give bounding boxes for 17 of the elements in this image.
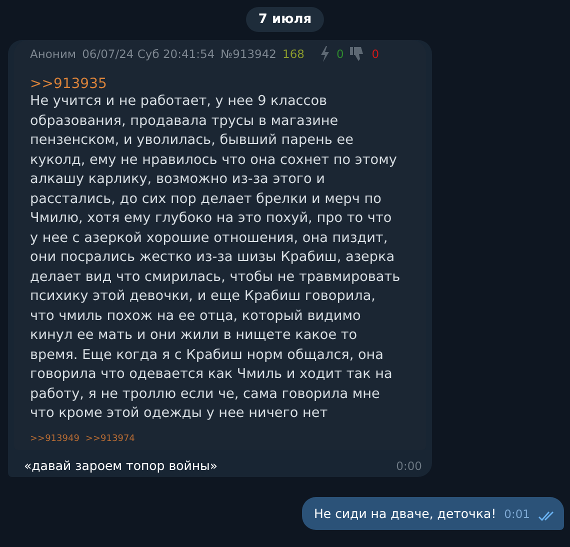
post-author: Аноним: [30, 47, 76, 61]
post-text: Не учится и не работает, у нее 9 классов образования, продавала трусы в магазине пензенском, и уволилась, бывший парень ее куколд, ему не нравилось что она сохнет по этому алкашу карлику, возможно из-за этого и расстались, до сих пор делает брелки и мерч по Чмилю, хотя ему глубоко на это похуй, про то что у нее с азеркой хорошие отношения, она пиздит, они посрались жестко из-за шизы Крабиш, азерка делает вид что смирилась, чтобы не травмировать психику этой девочки, и еще Крабиш говорила, что чмиль похож на ее отца, который видимо кинул ее мать и они жили в нищете какое то время. Еще когда я с Крабиш норм общался, она говорила что одевается как Чмиль и ходит так на работу, я не троллю если че, сама говорила мне что кроме этой одежды у нее ничего нет: [30, 92, 402, 423]
dislike-count: 0: [372, 47, 380, 61]
message-time: 0:01: [504, 506, 530, 520]
reply-link[interactable]: >>913935: [30, 76, 416, 92]
message-text: «давай зароем топор войны»: [24, 458, 218, 472]
thumbs-down-icon[interactable]: [350, 46, 366, 62]
message-text: Не сиди на дваче, деточка!: [314, 506, 496, 520]
reply-link[interactable]: >>913974: [85, 434, 135, 444]
post-date: 06/07/24 Суб 20:41:54: [82, 47, 215, 61]
post-number: №913942: [220, 47, 277, 61]
message-time: 0:00: [396, 458, 422, 472]
lightning-icon[interactable]: [320, 46, 330, 62]
like-count: 0: [336, 47, 344, 61]
date-divider: 7 июля: [246, 7, 324, 32]
reply-link[interactable]: >>913949: [30, 434, 80, 444]
post-count: 168: [282, 47, 304, 61]
